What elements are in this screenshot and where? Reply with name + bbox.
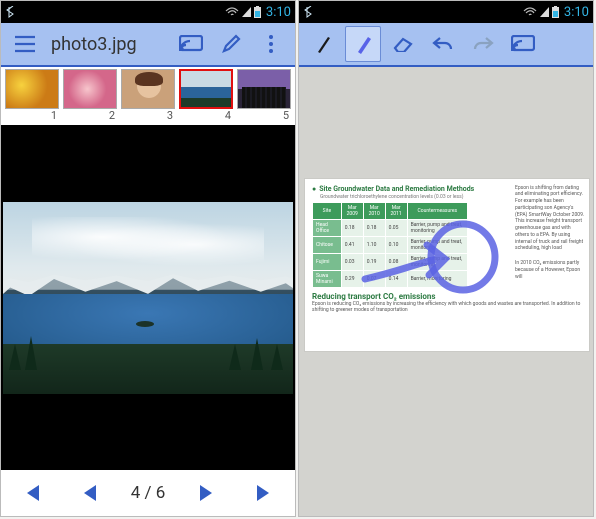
cast-button[interactable] [505, 26, 541, 62]
clock: 3:10 [266, 5, 291, 20]
doc-side-text: Epson is shifting from dating and elimin… [515, 185, 585, 253]
page-title: photo3.jpg [47, 34, 169, 55]
photo-viewport[interactable] [1, 125, 295, 470]
first-button[interactable] [12, 474, 50, 512]
wifi-icon [523, 7, 537, 17]
next-icon [198, 485, 214, 501]
wifi-icon [225, 7, 239, 17]
thumb-label: 2 [109, 109, 119, 123]
cast-icon [511, 35, 535, 53]
page-position: 4 / 6 [131, 483, 166, 503]
redo-button[interactable] [465, 26, 501, 62]
battery-icon [254, 6, 261, 18]
pencil-icon [221, 34, 241, 54]
signal-icon [540, 7, 549, 17]
last-button[interactable] [246, 474, 284, 512]
thumbnail-strip: 1 2 3 4 5 [1, 67, 295, 125]
thumb-5[interactable]: 5 [235, 69, 293, 125]
action-bar: photo3.jpg [1, 23, 295, 67]
android-status-bar: 3:10 [299, 1, 593, 23]
nav-footer: 4 / 6 [1, 470, 295, 516]
cast-icon [179, 35, 203, 53]
thumb-1[interactable]: 1 [3, 69, 61, 125]
thumb-4[interactable]: 4 [177, 69, 235, 125]
doc-side-text-2: In 2010 CO₂ emissions partly because of … [515, 260, 585, 280]
android-status-bar: 3:10 [1, 1, 295, 23]
thumb-label: 1 [51, 109, 61, 123]
menu-button[interactable] [7, 26, 43, 62]
thumb-2[interactable]: 2 [61, 69, 119, 125]
bluetooth-icon [5, 6, 17, 18]
pen-icon [314, 34, 332, 54]
canvas-area: Site Groundwater Data and Remediation Me… [299, 67, 593, 516]
doc-table: SiteMar 2009Mar 2010Mar 2011Countermeasu… [312, 202, 468, 288]
next-button[interactable] [187, 474, 225, 512]
clock: 3:10 [564, 5, 589, 20]
undo-icon [432, 36, 454, 52]
document-viewport[interactable]: Site Groundwater Data and Remediation Me… [299, 67, 593, 516]
undo-button[interactable] [425, 26, 461, 62]
overflow-button[interactable] [253, 26, 289, 62]
prev-icon [82, 485, 98, 501]
eraser-button[interactable] [385, 26, 421, 62]
left-screen: 3:10 photo3.jpg 1 2 3 4 5 [0, 0, 296, 517]
skip-last-icon [255, 485, 275, 501]
marker-icon [354, 34, 372, 54]
skip-first-icon [21, 485, 41, 501]
redo-icon [472, 36, 494, 52]
draw-toolbar [299, 23, 593, 67]
signal-icon [242, 7, 251, 17]
battery-icon [552, 6, 559, 18]
draw-button[interactable] [213, 26, 249, 62]
marker-button[interactable] [345, 26, 381, 62]
thumb-3[interactable]: 3 [119, 69, 177, 125]
menu-icon [14, 35, 36, 53]
thumb-label: 3 [167, 109, 177, 123]
right-screen: 3:10 Site Groundwater Data and Remediati… [298, 0, 594, 517]
photo-lake [3, 202, 293, 394]
document-page: Site Groundwater Data and Remediation Me… [305, 179, 589, 351]
viewer-area [1, 125, 295, 470]
prev-button[interactable] [71, 474, 109, 512]
thumb-label: 5 [283, 109, 293, 123]
overflow-icon [267, 34, 275, 54]
doc-side-column: Epson is shifting from dating and elimin… [515, 185, 585, 345]
eraser-icon [392, 36, 414, 52]
cast-button[interactable] [173, 26, 209, 62]
pen-button[interactable] [305, 26, 341, 62]
thumb-label: 4 [225, 109, 235, 123]
bluetooth-icon [303, 6, 315, 18]
